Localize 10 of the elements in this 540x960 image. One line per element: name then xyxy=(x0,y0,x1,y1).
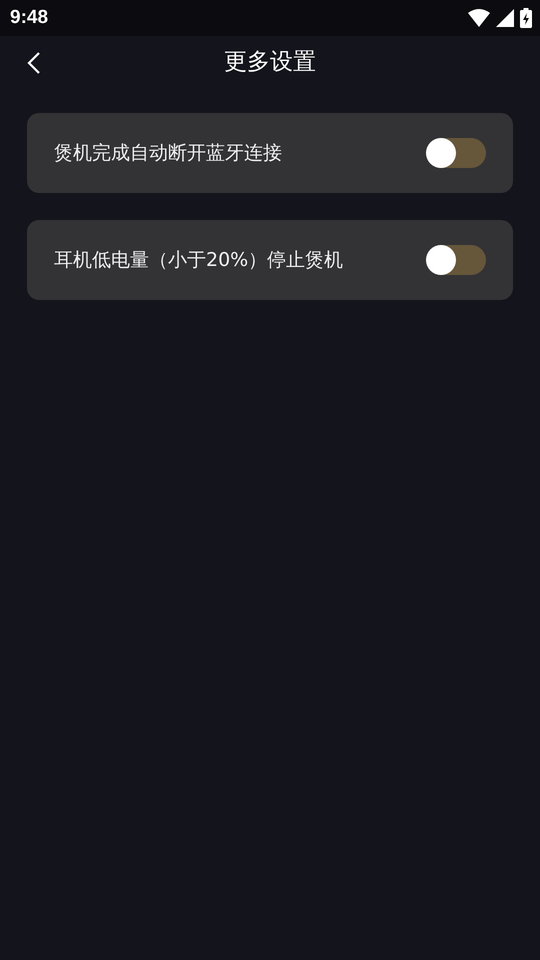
battery-icon xyxy=(520,8,532,28)
status-time: 9:48 xyxy=(10,7,48,29)
page-title: 更多设置 xyxy=(224,48,316,76)
toggle-switch[interactable] xyxy=(426,138,486,168)
signal-icon xyxy=(496,9,514,27)
toggle-switch[interactable] xyxy=(426,245,486,275)
setting-label: 耳机低电量（小于20%）停止煲机 xyxy=(54,248,344,273)
wifi-icon xyxy=(468,9,490,27)
setting-label: 煲机完成自动断开蓝牙连接 xyxy=(54,141,282,166)
back-icon[interactable] xyxy=(26,51,42,75)
